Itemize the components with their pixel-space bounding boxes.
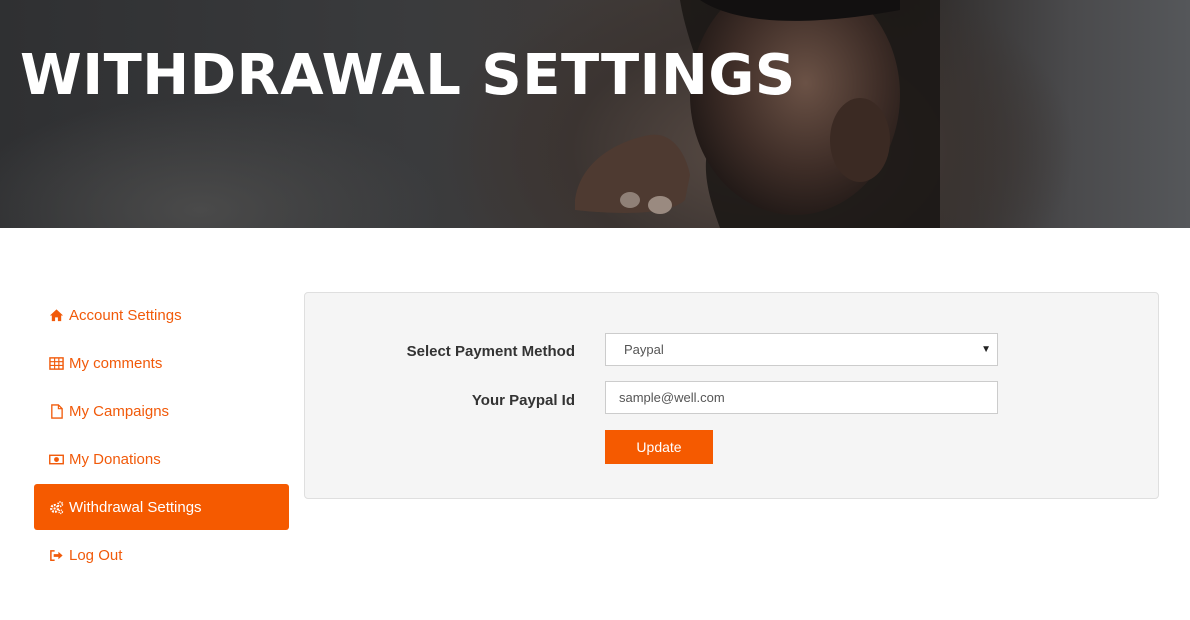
sidebar-item-label: Log Out [69, 546, 123, 564]
sidebar-item-label: My Donations [69, 450, 161, 468]
account-sidebar: Account Settings My comments My Campaign… [34, 292, 289, 580]
payment-method-select[interactable]: Paypal ▼ [605, 333, 998, 366]
gears-icon [48, 499, 64, 515]
payment-method-label: Select Payment Method [406, 343, 575, 360]
file-icon [48, 403, 64, 419]
sidebar-item-log-out[interactable]: Log Out [34, 532, 289, 578]
sidebar-item-label: My Campaigns [69, 402, 170, 420]
sidebar-item-my-campaigns[interactable]: My Campaigns [34, 388, 289, 434]
page-title: WITHDRAWAL SETTINGS [20, 43, 796, 108]
sidebar-item-my-comments[interactable]: My comments [34, 340, 289, 386]
withdrawal-settings-form: Select Payment Method Paypal ▼ Your Payp… [304, 292, 1159, 499]
sidebar-item-withdrawal-settings[interactable]: Withdrawal Settings [34, 484, 289, 530]
hero-photo [575, 0, 940, 228]
sidebar-item-label: My comments [69, 354, 163, 372]
table-icon [48, 355, 64, 371]
sidebar-item-my-donations[interactable]: My Donations [34, 436, 289, 482]
sign-out-icon [48, 547, 64, 563]
paypal-id-label: Your Paypal Id [471, 392, 575, 409]
caret-down-icon: ▼ [981, 344, 991, 355]
payment-method-value: Paypal [624, 342, 664, 357]
home-icon [48, 307, 64, 323]
money-icon [48, 451, 64, 467]
sidebar-item-account-settings[interactable]: Account Settings [34, 292, 289, 338]
paypal-id-input[interactable] [605, 381, 998, 414]
update-button[interactable]: Update [605, 430, 713, 464]
hero-banner: WITHDRAWAL SETTINGS [0, 0, 1190, 228]
sidebar-item-label: Withdrawal Settings [69, 498, 202, 516]
sidebar-item-label: Account Settings [69, 306, 182, 324]
